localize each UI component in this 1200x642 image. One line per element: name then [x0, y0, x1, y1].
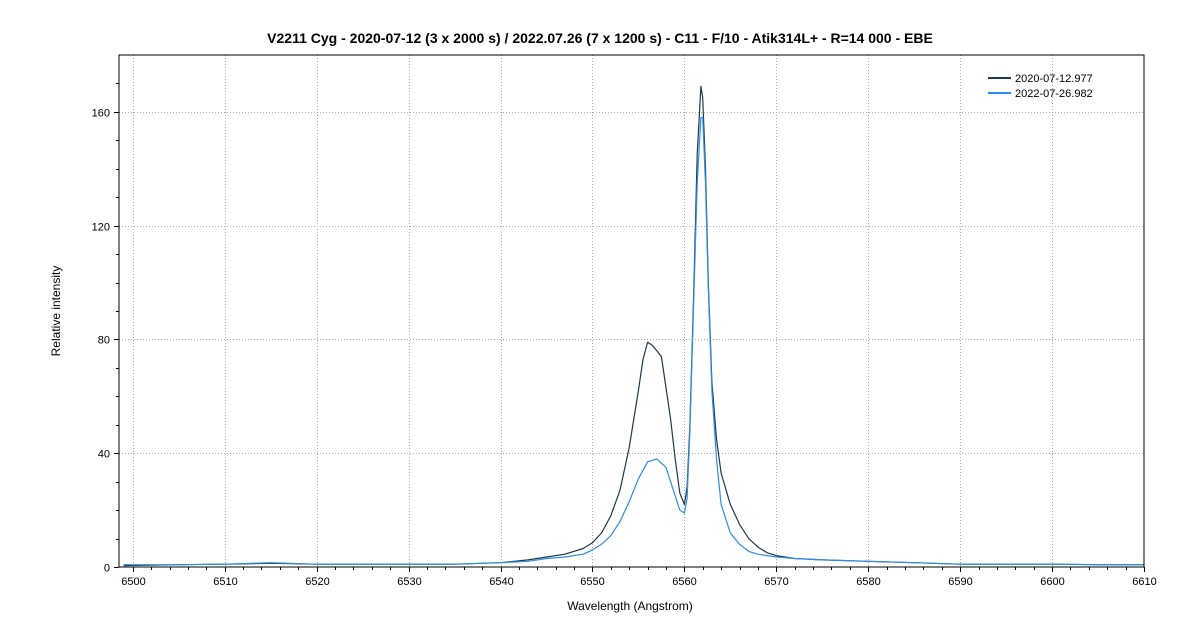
- x-tick-label: 6600: [1040, 576, 1064, 588]
- x-tick-label: 6510: [213, 576, 237, 588]
- y-tick-label: 160: [92, 108, 110, 120]
- x-tick-label: 6580: [856, 576, 880, 588]
- x-tick-label: 6560: [672, 576, 696, 588]
- y-tick-label: 80: [98, 335, 110, 347]
- series-line-2: [123, 116, 1144, 566]
- series-line-1: [123, 85, 1144, 567]
- x-tick-label: 6500: [121, 576, 145, 588]
- legend: 2020-07-12.977 2022-07-26.982: [988, 73, 1093, 100]
- x-tick-label: 6610: [1132, 576, 1156, 588]
- x-tick-label: 6590: [948, 576, 972, 588]
- x-tick-label: 6520: [305, 576, 329, 588]
- legend-label-2: 2022-07-26.982: [1015, 88, 1093, 100]
- x-tick-label: 6540: [489, 576, 513, 588]
- y-tick-label: 120: [92, 222, 110, 234]
- x-tick-label: 6530: [397, 576, 421, 588]
- x-tick-label: 6570: [764, 576, 788, 588]
- grid: [119, 55, 1144, 567]
- x-tick-label: 6550: [580, 576, 604, 588]
- y-tick-label: 0: [104, 563, 110, 575]
- plot-frame: [118, 54, 1145, 568]
- y-tick-label: 40: [98, 449, 110, 461]
- series-lines: [123, 85, 1144, 567]
- legend-label-1: 2020-07-12.977: [1015, 73, 1093, 85]
- spectrum-plot: 6500 6510 6520 6530 6540 6550 6560 6570 6580 6590…: [92, 54, 1157, 588]
